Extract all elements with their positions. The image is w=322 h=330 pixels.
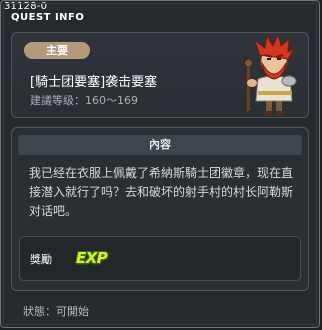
content-header: 內容	[18, 135, 302, 155]
npc-portrait-icon	[238, 33, 308, 117]
quest-status: 狀態：可開始	[23, 305, 89, 318]
quest-name: [騎士团要塞]袭击要塞	[30, 75, 158, 90]
quest-type-badge: 主要	[24, 42, 90, 59]
reward-box: 獎勵 EXP	[19, 236, 301, 281]
quest-description: 我已经在衣服上佩戴了希納斯騎士团徽章，现在直接潜入就行了吗？去和破坏的射手村的村…	[29, 166, 294, 218]
window-title: QUEST INFO	[11, 12, 85, 23]
quest-content-panel: 內容 我已经在衣服上佩戴了希納斯騎士团徽章，现在直接潜入就行了吗？去和破坏的射手…	[11, 127, 309, 291]
quest-summary-card: 主要 [騎士团要塞]袭击要塞 建議等级：160～169	[11, 32, 309, 118]
quest-info-window: 31128-0 QUEST INFO 主要 [騎士团要塞]袭击要塞 建議等级：1…	[0, 0, 320, 328]
quest-id: 31128-0	[4, 1, 48, 12]
exp-reward-icon[interactable]: EXP	[76, 249, 108, 267]
reward-label: 獎勵	[30, 253, 52, 266]
recommended-level: 建議等级：160～169	[30, 94, 138, 107]
